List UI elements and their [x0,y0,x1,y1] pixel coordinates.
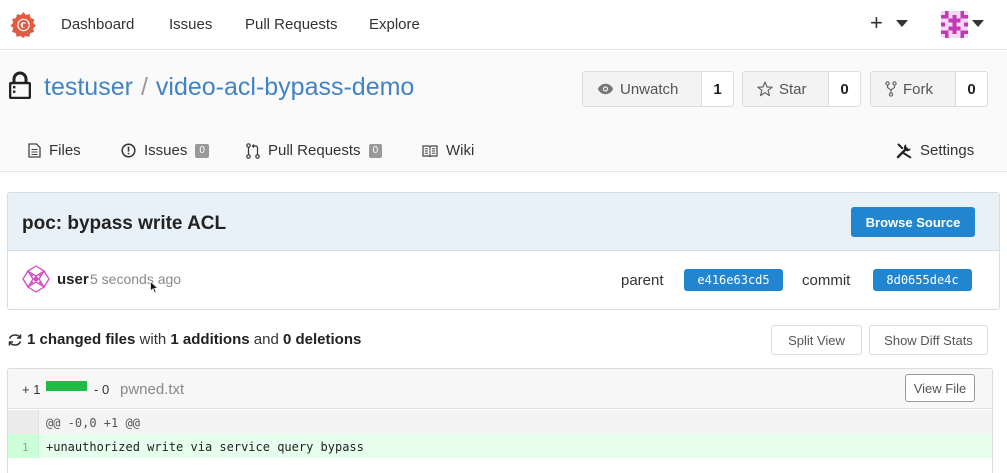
star-button-group: Star 0 [742,71,861,107]
tab-pull-requests[interactable]: Pull Requests 0 [246,142,383,159]
user-dropdown-caret-icon[interactable] [972,20,984,27]
changed-files-count: 1 changed files [27,331,136,348]
hunk-header-row: @@ -0,0 +1 @@ [8,410,992,434]
stats-and: and [253,331,279,348]
nav-explore[interactable]: Explore [369,16,420,33]
watch-count[interactable]: 1 [702,72,733,106]
tab-settings[interactable]: Settings [896,142,974,159]
additions-count: 1 additions [170,331,250,348]
unwatch-label: Unwatch [620,80,679,98]
parent-label: parent [621,272,664,289]
tab-pull-requests-label: Pull Requests [268,142,361,159]
repo-title-separator: / [140,73,148,101]
fork-icon [885,81,897,97]
star-icon [757,81,773,97]
tab-wiki[interactable]: Wiki [422,142,474,159]
fork-button[interactable]: Fork [871,72,956,106]
file-diff: + 1 - 0 pwned.txt View File @@ -0,0 +1 @… [7,368,993,473]
line-number[interactable]: 1 [22,441,29,454]
commit-time: 5 seconds ago [90,271,182,287]
nav-issues[interactable]: Issues [169,16,212,33]
book-icon [422,144,438,157]
mouse-cursor-icon [150,281,159,294]
repo-header: testuser / video-acl-bypass-demo Unwatch 1… [0,51,1007,172]
repo-owner-link[interactable]: testuser [44,73,133,101]
pulls-count-badge: 0 [368,143,383,158]
deletions-count: 0 deletions [282,331,362,348]
stats-with: with [139,331,167,348]
file-deletions-count: - 0 [94,382,110,397]
fork-label: Fork [903,80,933,98]
commit-label: commit [802,272,851,289]
split-view-button[interactable]: Split View [771,325,862,355]
file-diff-header: + 1 - 0 pwned.txt View File [8,369,992,409]
hunk-header: @@ -0,0 +1 @@ [46,416,140,430]
file-text-icon [28,143,41,158]
parent-sha-link[interactable]: e416e63cd5 [684,269,783,291]
tab-settings-label: Settings [920,142,975,159]
browse-source-button[interactable]: Browse Source [851,207,975,237]
additions-bar [46,381,87,391]
sync-icon [8,333,22,346]
commit-title: poc: bypass write ACL [22,213,227,234]
author-avatar[interactable] [22,265,50,293]
commit-header: poc: bypass write ACL Browse Source [8,193,999,251]
user-avatar[interactable] [941,11,968,38]
git-pull-request-icon [246,142,260,159]
hunk-gutter [8,410,39,434]
fork-button-group: Fork 0 [870,71,988,107]
diff-line-added: 1 +unauthorized write via service query … [8,434,992,458]
lock-icon [9,71,31,99]
unwatch-button[interactable]: Unwatch [583,72,702,106]
fork-count[interactable]: 0 [956,72,987,106]
create-new-button[interactable]: + [870,10,883,36]
tab-issues[interactable]: Issues 0 [121,142,209,159]
issue-opened-icon [121,143,136,158]
star-count[interactable]: 0 [829,72,860,106]
commit-sha-link[interactable]: 8d0655de4c [873,269,972,291]
tab-files[interactable]: Files [28,142,81,159]
nav-pull-requests[interactable]: Pull Requests [245,16,338,33]
line-number-gutter: 1 [8,434,39,458]
show-diff-stats-button[interactable]: Show Diff Stats [869,325,988,355]
repo-title: testuser / video-acl-bypass-demo [44,73,414,102]
gogs-logo-icon[interactable] [10,11,37,38]
commit-author[interactable]: user [57,271,89,288]
file-name: pwned.txt [120,381,185,398]
star-button[interactable]: Star [743,72,829,106]
tab-wiki-label: Wiki [446,142,475,159]
diff-stats-summary: 1 changed files with 1 additions and 0 d… [8,331,361,348]
tab-files-label: Files [49,142,81,159]
issues-count-badge: 0 [195,143,209,158]
tools-icon [896,143,912,158]
nav-dashboard[interactable]: Dashboard [61,16,134,33]
create-dropdown-caret-icon[interactable] [896,20,908,27]
repo-name-link[interactable]: video-acl-bypass-demo [156,73,414,101]
view-file-button[interactable]: View File [905,374,975,402]
top-navbar: Dashboard Issues Pull Requests Explore + [0,0,1007,50]
watch-button-group: Unwatch 1 [582,71,734,107]
star-label: Star [779,80,807,98]
tab-issues-label: Issues [144,142,188,159]
file-additions-count: + 1 [22,382,41,397]
eye-icon [597,83,614,95]
code-line: +unauthorized write via service query by… [46,440,364,454]
